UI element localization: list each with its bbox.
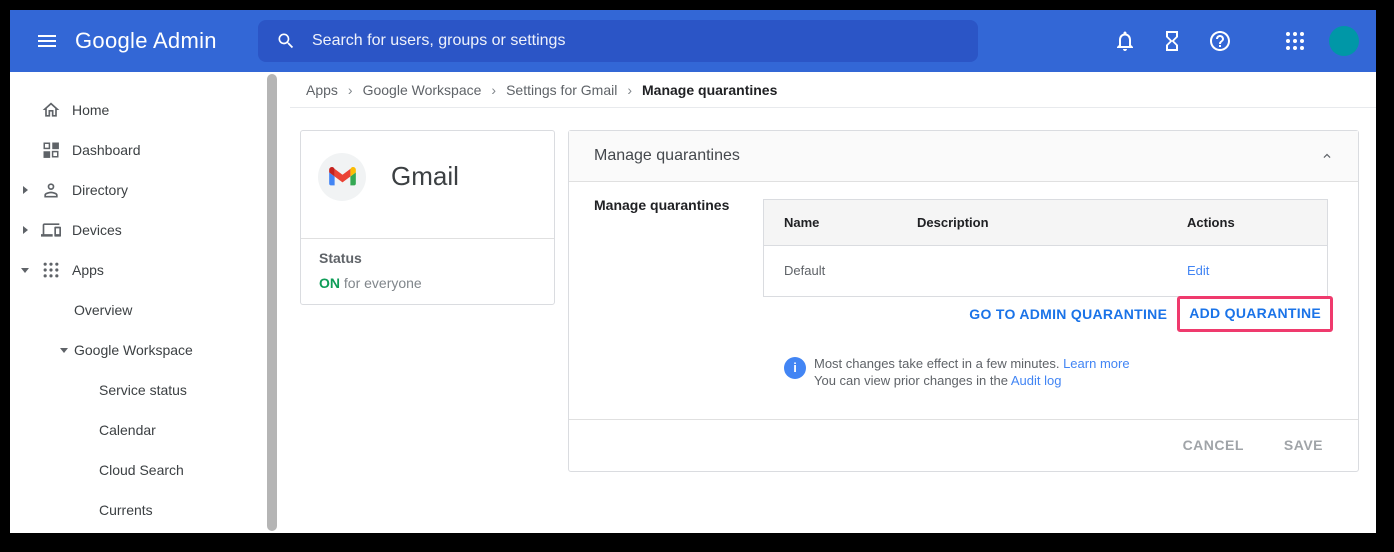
add-quarantine-button[interactable]: ADD QUARANTINE [1189, 305, 1321, 321]
breadcrumb-item[interactable]: Apps [306, 82, 338, 98]
gmail-logo-icon [318, 153, 366, 201]
status-value: ON for everyone [319, 275, 422, 291]
note-text: Most changes take effect in a few minute… [814, 356, 1059, 371]
column-header-name: Name [784, 200, 917, 245]
sidebar-item-home[interactable]: Home [10, 90, 268, 130]
table-row: Default Edit [764, 246, 1327, 296]
sidebar-item-label: Devices [72, 222, 122, 238]
quarantine-name: Default [784, 246, 917, 296]
sidebar-item-label: Dashboard [72, 142, 141, 158]
sidebar-item-label: Cloud Search [99, 462, 184, 478]
main-content: Apps › Google Workspace › Settings for Gmail… [10, 72, 1376, 533]
sidebar-item-apps[interactable]: Apps [10, 250, 268, 290]
save-button[interactable]: SAVE [1284, 437, 1323, 453]
breadcrumb-separator-icon: › [348, 82, 353, 98]
search-bar[interactable] [258, 20, 978, 62]
note-text: You can view prior changes in the [814, 373, 1008, 388]
devices-icon [41, 220, 61, 240]
status-label: Status [319, 250, 362, 266]
search-icon [276, 31, 296, 51]
edit-link[interactable]: Edit [1187, 263, 1209, 278]
quarantines-table: NameDescriptionActions Default Edit [763, 199, 1328, 297]
quarantine-description [917, 246, 1187, 296]
sidebar-item-label: Google Workspace [74, 342, 193, 358]
breadcrumb-separator-icon: › [491, 82, 496, 98]
sidebar-item-directory[interactable]: Directory [10, 170, 268, 210]
learn-more-link[interactable]: Learn more [1063, 356, 1129, 371]
column-header-actions: Actions [1187, 200, 1327, 245]
sidebar-item-label: Directory [72, 182, 128, 198]
note-line-2: You can view prior changes in the Audit … [814, 373, 1061, 388]
sidebar-item-label: Apps [72, 262, 104, 278]
table-actions-row: GO TO ADMIN QUARANTINE ADD QUARANTINE [969, 295, 1333, 333]
search-input[interactable] [310, 31, 964, 51]
audit-log-link[interactable]: Audit log [1011, 373, 1062, 388]
app-name: Gmail [391, 161, 459, 192]
sidebar-nav: Home Dashboard Directory Devices Apps Overvie… [10, 72, 266, 533]
triangle-glyph [21, 268, 29, 273]
tasks-hourglass-icon[interactable] [1160, 29, 1184, 53]
dashboard-icon [41, 140, 61, 160]
apps-icon [41, 260, 61, 280]
account-avatar[interactable] [1329, 26, 1359, 56]
apps-grid-icon[interactable] [1283, 29, 1307, 53]
breadcrumb-item: Manage quarantines [642, 82, 777, 98]
home-icon [41, 100, 61, 120]
breadcrumb-divider [290, 107, 1376, 108]
annotation-highlight-box: ADD QUARANTINE [1177, 296, 1333, 332]
card-divider [301, 238, 554, 239]
sidebar-item-label: Overview [74, 302, 132, 318]
gmail-app-card: Gmail Status ON for everyone [300, 130, 555, 305]
menu-icon[interactable] [34, 29, 60, 53]
breadcrumb-item[interactable]: Settings for Gmail [506, 82, 617, 98]
sidebar-item-dashboard[interactable]: Dashboard [10, 130, 268, 170]
info-icon: i [784, 357, 806, 379]
sidebar-item-google-workspace[interactable]: Google Workspace [10, 330, 308, 370]
sidebar-item-label: Service status [99, 382, 187, 398]
triangle-glyph [23, 226, 28, 234]
sidebar-item-service-status[interactable]: Service status [10, 370, 349, 410]
sidebar-item-devices[interactable]: Devices [10, 210, 268, 250]
chevron-up-icon[interactable] [1320, 149, 1334, 163]
sidebar-item-label: Home [72, 102, 109, 118]
sidebar-item-label: Calendar [99, 422, 156, 438]
triangle-glyph [60, 348, 68, 353]
help-icon[interactable] [1208, 29, 1232, 53]
manage-quarantines-panel: Manage quarantines Manage quarantines Na… [568, 130, 1359, 472]
breadcrumb-separator-icon: › [627, 82, 632, 98]
column-header-description: Description [917, 200, 1187, 245]
sidebar-item-cloud-search[interactable]: Cloud Search [10, 450, 349, 490]
product-logo[interactable]: Google Admin [75, 10, 217, 72]
sidebar-scrollbar[interactable] [267, 74, 277, 531]
app-header: Google Admin [10, 10, 1376, 72]
expand-down-arrow-icon[interactable] [58, 348, 70, 353]
notifications-bell-icon[interactable] [1113, 29, 1137, 53]
note-line-1: Most changes take effect in a few minute… [814, 356, 1130, 371]
expand-right-arrow-icon[interactable] [18, 186, 32, 194]
table-header-row: NameDescriptionActions [764, 200, 1327, 246]
panel-footer: CANCEL SAVE [569, 420, 1358, 470]
person-icon [41, 180, 61, 200]
cancel-button[interactable]: CANCEL [1183, 437, 1244, 453]
go-to-admin-quarantine-button[interactable]: GO TO ADMIN QUARANTINE [969, 306, 1167, 322]
panel-title: Manage quarantines [594, 131, 740, 181]
breadcrumb-item[interactable]: Google Workspace [363, 82, 482, 98]
setting-row-label: Manage quarantines [594, 197, 729, 213]
sidebar-item-overview[interactable]: Overview [10, 290, 308, 330]
panel-header[interactable]: Manage quarantines [569, 131, 1358, 182]
expand-right-arrow-icon[interactable] [18, 226, 32, 234]
breadcrumb: Apps › Google Workspace › Settings for Gmail… [306, 72, 777, 107]
sidebar-item-calendar[interactable]: Calendar [10, 410, 349, 450]
sidebar-item-currents[interactable]: Currents [10, 490, 349, 530]
triangle-glyph [23, 186, 28, 194]
sidebar-item-label: Currents [99, 502, 153, 518]
expand-down-arrow-icon[interactable] [18, 268, 32, 273]
